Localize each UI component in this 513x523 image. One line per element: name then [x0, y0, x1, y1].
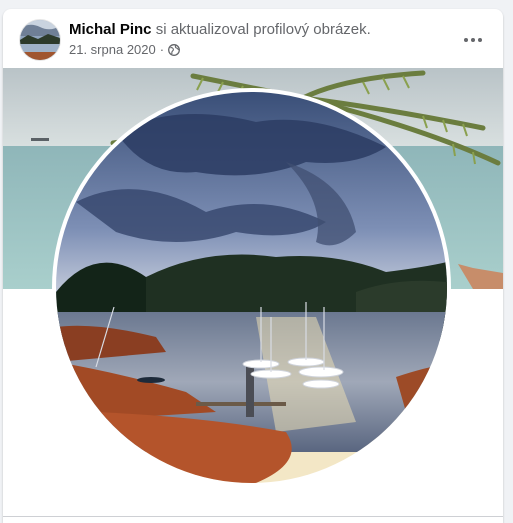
more-options-icon[interactable] [459, 26, 487, 54]
author-name[interactable]: Michal Pinc [69, 21, 152, 38]
post-date[interactable]: 21. srpna 2020 [69, 42, 156, 57]
globe-icon[interactable] [168, 43, 181, 56]
post-title: Michal Pinc si aktualizoval profilový ob… [69, 21, 371, 38]
author-avatar[interactable] [20, 20, 60, 60]
divider [3, 516, 503, 517]
post-header: Michal Pinc si aktualizoval profilový ob… [3, 9, 503, 69]
action-text: si aktualizoval profilový obrázek. [151, 21, 371, 38]
post-meta: 21. srpna 2020 · [69, 42, 181, 57]
meta-separator: · [159, 42, 165, 57]
profile-photo[interactable] [56, 92, 447, 483]
post-photo[interactable] [3, 68, 503, 523]
post-card: Michal Pinc si aktualizoval profilový ob… [3, 9, 503, 523]
